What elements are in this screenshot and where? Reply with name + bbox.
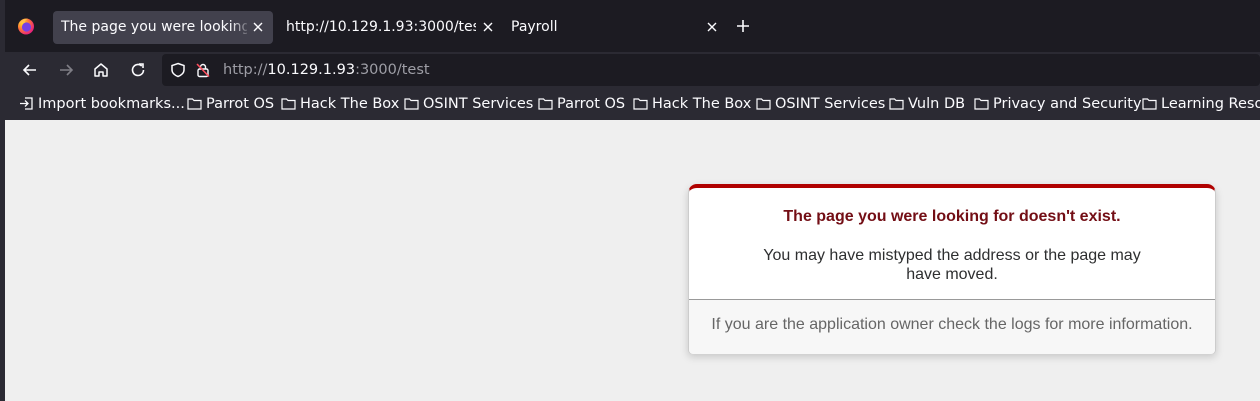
folder-icon xyxy=(633,98,648,110)
close-icon[interactable] xyxy=(481,20,495,34)
tab-title: http://10.129.1.93:3000/test xyxy=(286,19,476,35)
url-bar[interactable]: http://10.129.1.93:3000/test xyxy=(162,54,1260,86)
home-icon[interactable] xyxy=(92,61,110,79)
folder-icon xyxy=(889,98,904,110)
folder-icon xyxy=(187,98,202,110)
firefox-icon[interactable] xyxy=(17,17,35,35)
import-icon xyxy=(20,97,33,110)
folder-icon xyxy=(1142,98,1157,110)
close-icon[interactable] xyxy=(251,20,265,34)
bookmark-label: Parrot OS xyxy=(557,96,626,112)
bookmark-label: Learning Resources xyxy=(1161,96,1260,112)
tab-title: The page you were looking for doesn't ex… xyxy=(61,19,247,35)
close-icon[interactable] xyxy=(705,20,719,34)
bookmarks-toolbar: Import bookmarks... Parrot OS Hack The B… xyxy=(5,88,1260,120)
error-title: The page you were looking for doesn't ex… xyxy=(783,208,1121,225)
tab-404[interactable]: The page you were looking for doesn't ex… xyxy=(53,11,273,44)
folder-icon xyxy=(281,98,296,110)
error-footer: If you are the application owner check t… xyxy=(689,299,1215,354)
url-rest: :3000/test xyxy=(355,62,430,78)
insecure-lock-icon[interactable] xyxy=(195,62,211,78)
url-text[interactable]: http://10.129.1.93:3000/test xyxy=(223,54,430,86)
folder-icon xyxy=(974,98,989,110)
shield-icon[interactable] xyxy=(170,62,186,78)
bookmark-label: OSINT Services xyxy=(775,96,886,112)
folder-icon xyxy=(538,98,553,110)
bookmark-label: Privacy and Security xyxy=(993,96,1142,112)
forward-icon[interactable] xyxy=(57,61,75,79)
page-content: The page you were looking for doesn't ex… xyxy=(5,120,1260,401)
bookmark-label: Import bookmarks... xyxy=(38,96,185,112)
navigation-toolbar: http://10.129.1.93:3000/test xyxy=(5,52,1260,88)
tab-title: Payroll xyxy=(511,19,558,35)
url-scheme: http:// xyxy=(223,62,268,78)
folder-icon xyxy=(404,98,419,110)
folder-icon xyxy=(756,98,771,110)
tab-test[interactable]: http://10.129.1.93:3000/test xyxy=(277,11,495,44)
new-tab-icon[interactable] xyxy=(735,18,751,34)
tab-strip: The page you were looking for doesn't ex… xyxy=(5,0,1260,52)
back-icon[interactable] xyxy=(21,61,39,79)
bookmark-label: Hack The Box xyxy=(300,96,400,112)
tab-payroll[interactable]: Payroll xyxy=(502,11,722,44)
bookmark-label: Parrot OS xyxy=(206,96,275,112)
bookmark-label: Vuln DB xyxy=(908,96,966,112)
error-dialog: The page you were looking for doesn't ex… xyxy=(688,184,1216,354)
reload-icon[interactable] xyxy=(129,61,147,79)
error-footer-text: If you are the application owner check t… xyxy=(711,316,1193,333)
url-host: 10.129.1.93 xyxy=(267,62,356,78)
bookmark-label: Hack The Box xyxy=(652,96,752,112)
bookmark-label: OSINT Services xyxy=(423,96,534,112)
error-message: You may have mistyped the address or the… xyxy=(763,247,1141,283)
